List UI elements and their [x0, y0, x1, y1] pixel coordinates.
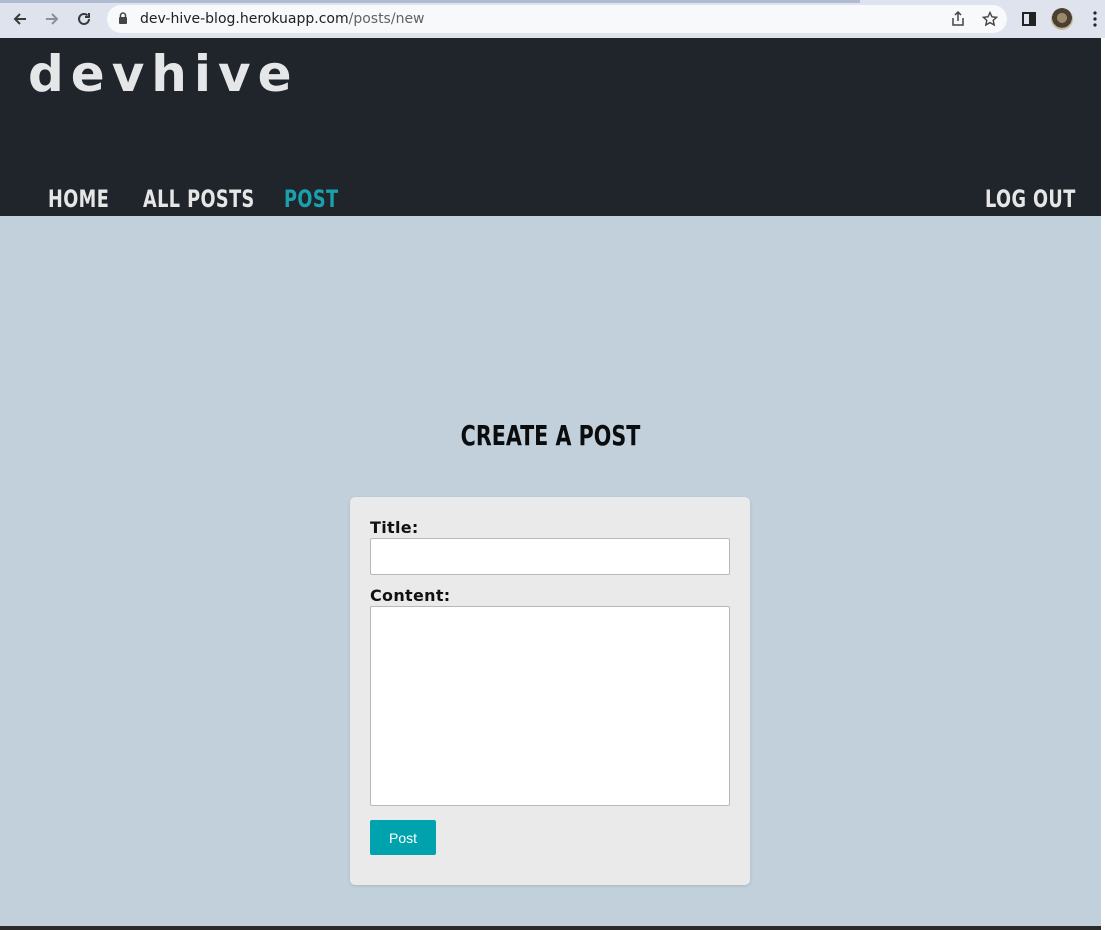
lock-icon[interactable] [118, 12, 128, 25]
title-label: Title: [370, 518, 419, 537]
nav-home-link[interactable]: Home [48, 184, 109, 214]
post-submit-button[interactable]: Post [370, 820, 436, 855]
star-icon[interactable] [981, 10, 999, 27]
nav-post-link[interactable]: Post [284, 184, 338, 214]
reload-icon[interactable] [73, 8, 95, 30]
create-post-form: Title: Content: Post [350, 497, 750, 885]
content-label: Content: [370, 586, 451, 605]
kebab-menu-icon[interactable] [1084, 8, 1105, 30]
address-bar[interactable]: dev-hive-blog.herokuapp.com/posts/new [107, 5, 1007, 33]
forward-arrow-icon[interactable] [41, 8, 63, 30]
url-text: dev-hive-blog.herokuapp.com/posts/new [140, 11, 425, 27]
site-logo[interactable]: devhive [28, 44, 299, 104]
share-icon[interactable] [950, 10, 966, 27]
title-input[interactable] [370, 538, 730, 575]
window-bottom-edge [0, 926, 1101, 930]
back-arrow-icon[interactable] [9, 8, 31, 30]
side-panel-icon[interactable] [1018, 8, 1040, 30]
url-path: /posts/new [348, 11, 425, 27]
window-edge [1101, 38, 1105, 930]
url-host: dev-hive-blog.herokuapp.com [140, 11, 349, 27]
nav-all-posts-link[interactable]: All Posts [143, 184, 255, 214]
site-header: devhive Home All Posts Post Log Out [0, 38, 1101, 216]
nav-logout-link[interactable]: Log Out [985, 184, 1076, 214]
page-title: Create a Post [460, 419, 641, 452]
profile-avatar[interactable] [1051, 8, 1073, 30]
browser-toolbar: dev-hive-blog.herokuapp.com/posts/new [0, 0, 1105, 38]
content-textarea[interactable] [370, 606, 730, 806]
page-load-progress [0, 0, 860, 3]
